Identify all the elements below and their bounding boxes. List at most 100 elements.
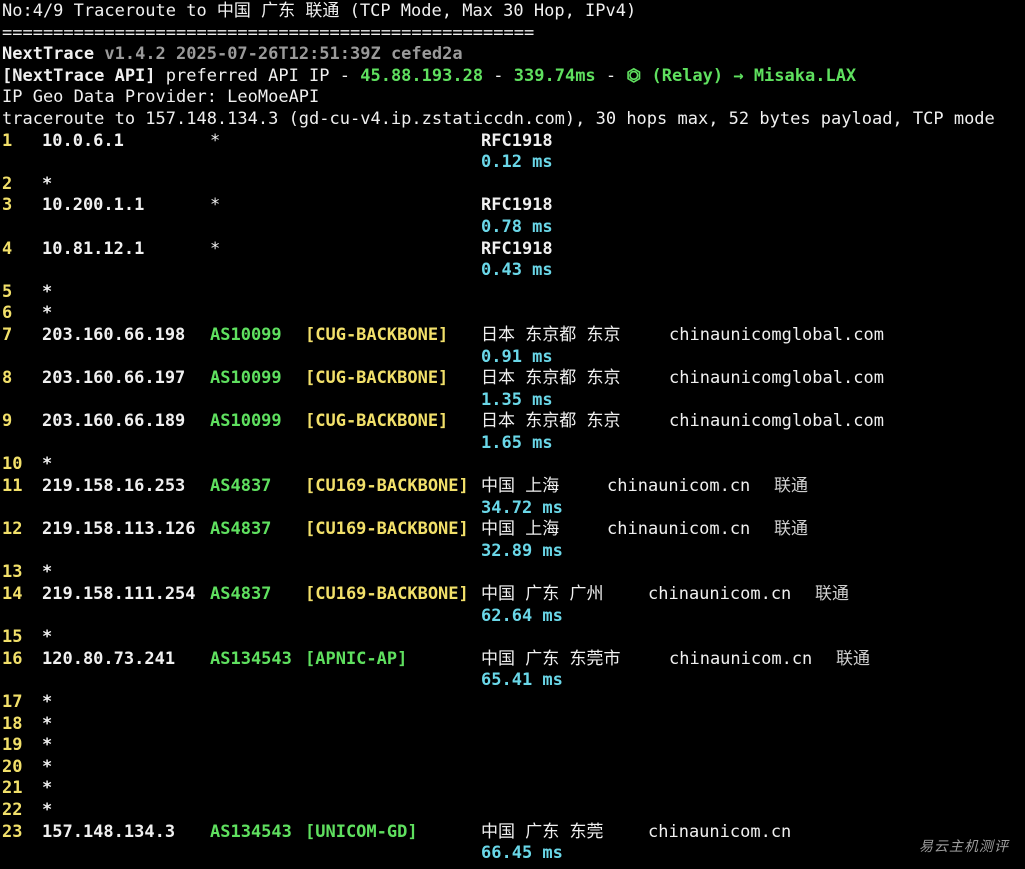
hop-asn-unknown: *	[210, 238, 221, 259]
hop-domain: chinaunicom.cn	[648, 821, 792, 842]
hop-number: 15	[2, 627, 23, 648]
hop-rtt: 34.72 ms	[481, 497, 563, 518]
hop-ip: 219.158.113.126	[42, 519, 196, 540]
hop-asn-unknown: *	[210, 195, 221, 216]
api-line: [NextTrace API] preferred API IP - 45.88…	[2, 66, 1022, 88]
hop-asn: AS4837	[210, 476, 272, 497]
terminal-output: No:4/9 Traceroute to 中国 广东 联通 (TCP Mode,…	[2, 1, 1022, 865]
hop-row: 23 157.148.134.3 AS134543 [UNICOM-GD] 中国 广东 …	[2, 822, 1022, 844]
hop-number: 13	[2, 562, 23, 583]
hop-ip: 10.200.1.1	[42, 195, 145, 216]
api-label: [NextTrace API]	[2, 65, 156, 86]
api-text: preferred API IP -	[155, 65, 361, 86]
hop-number: 19	[2, 735, 23, 756]
hop-number: 9	[2, 411, 13, 432]
hop-domain: chinaunicom.cn	[669, 648, 813, 669]
watermark: 易云主机测评	[919, 839, 1009, 856]
hop-timeout: *	[42, 799, 53, 820]
hop-geo: 中国 广东 广州	[481, 584, 604, 605]
hop-row: 10 *	[2, 454, 1022, 476]
hop-timeout: *	[42, 454, 53, 475]
api-latency: 339.74ms	[513, 65, 596, 86]
hop-timeout: *	[42, 627, 53, 648]
hop-row: 8 203.160.66.197 AS10099 [CUG-BACKBONE] 日本 东…	[2, 368, 1022, 390]
hop-timeout: *	[42, 778, 53, 799]
hop-number: 22	[2, 799, 23, 820]
hop-backbone-tag: [CU169-BACKBONE]	[305, 476, 469, 497]
hop-number: 11	[2, 476, 23, 497]
hop-number: 16	[2, 648, 23, 669]
hop-row: 11 219.158.16.253 AS4837 [CU169-BACKBONE] 中国…	[2, 476, 1022, 498]
hop-domain: chinaunicom.cn	[607, 476, 751, 497]
traceroute-command-line: traceroute to 157.148.134.3 (gd-cu-v4.ip…	[2, 108, 995, 129]
geo-provider-line: IP Geo Data Provider: LeoMoeAPI	[2, 87, 320, 108]
hop-ip: 157.148.134.3	[42, 821, 176, 842]
hop-domain: chinaunicomglobal.com	[669, 411, 884, 432]
hop-row: 17 *	[2, 692, 1022, 714]
hop-number: 4	[2, 238, 13, 259]
hop-ip: 10.0.6.1	[42, 130, 124, 151]
hop-asn: AS134543	[210, 821, 292, 842]
hop-rtt-row: 0.43 ms	[2, 260, 1022, 282]
relay-icon: ⏣	[626, 65, 642, 86]
hop-rtt-row: 0.78 ms	[2, 217, 1022, 239]
hop-ip: 203.160.66.197	[42, 368, 186, 389]
hop-geo: 日本 东京都 东京	[481, 411, 621, 432]
hop-rtt-row: 66.45 ms	[2, 843, 1022, 865]
hop-row: 9 203.160.66.189 AS10099 [CUG-BACKBONE] 日本 东…	[2, 411, 1022, 433]
hop-geo: 中国 上海	[481, 476, 560, 497]
hop-asn: AS4837	[210, 584, 272, 605]
hop-row: 16 120.80.73.241 AS134543 [APNIC-AP] 中国 广东 东…	[2, 649, 1022, 671]
hop-rtt: 0.78 ms	[481, 216, 553, 237]
hop-rtt-row: 1.65 ms	[2, 433, 1022, 455]
hop-ip: 219.158.16.253	[42, 476, 186, 497]
hop-row: 18 *	[2, 714, 1022, 736]
hop-geo: RFC1918	[481, 195, 553, 216]
hop-rtt-row: 65.41 ms	[2, 670, 1022, 692]
hop-number: 1	[2, 130, 13, 151]
hop-timeout: *	[42, 281, 53, 302]
hop-number: 10	[2, 454, 23, 475]
hop-number: 23	[2, 821, 23, 842]
api-sep: -	[483, 65, 514, 86]
hop-timeout: *	[42, 756, 53, 777]
hop-backbone-tag: [CUG-BACKBONE]	[305, 411, 449, 432]
app-name: NextTrace	[2, 44, 95, 65]
hop-row: 21 *	[2, 778, 1022, 800]
hop-ip: 120.80.73.241	[42, 648, 176, 669]
hop-backbone-tag: [CU169-BACKBONE]	[305, 519, 469, 540]
hop-number: 5	[2, 281, 13, 302]
hop-geo: RFC1918	[481, 130, 553, 151]
hop-rtt: 1.65 ms	[481, 432, 553, 453]
hop-row: 15 *	[2, 627, 1022, 649]
hop-rtt: 1.35 ms	[481, 389, 553, 410]
hop-rtt: 66.45 ms	[481, 843, 563, 864]
hop-timeout: *	[42, 562, 53, 583]
hop-backbone-tag: [CUG-BACKBONE]	[305, 324, 449, 345]
hop-rtt-row: 0.91 ms	[2, 347, 1022, 369]
hop-number: 20	[2, 756, 23, 777]
title-rule: ========================================…	[2, 22, 535, 43]
hop-isp: 联通	[774, 519, 808, 540]
hop-geo: 中国 广东 东莞	[481, 821, 604, 842]
hop-number: 7	[2, 324, 13, 345]
hop-asn: AS10099	[210, 411, 282, 432]
hop-rtt-row: 62.64 ms	[2, 606, 1022, 628]
hop-rtt: 0.91 ms	[481, 346, 553, 367]
hop-asn: AS134543	[210, 648, 292, 669]
hop-number: 17	[2, 692, 23, 712]
hop-backbone-tag: [CU169-BACKBONE]	[305, 584, 469, 605]
hop-row: 4 10.81.12.1 * RFC1918	[2, 239, 1022, 261]
hop-domain: chinaunicom.cn	[648, 584, 792, 605]
hop-isp: 联通	[815, 584, 849, 605]
hop-number: 21	[2, 778, 23, 799]
hop-asn: AS4837	[210, 519, 272, 540]
api-relay: (Relay) → Misaka.LAX	[641, 65, 857, 86]
hop-rtt: 0.43 ms	[481, 260, 553, 281]
hop-geo: RFC1918	[481, 238, 553, 259]
hop-asn: AS10099	[210, 368, 282, 389]
hop-geo: 日本 东京都 东京	[481, 368, 621, 389]
hop-row: 6 *	[2, 303, 1022, 325]
hop-row: 13 *	[2, 562, 1022, 584]
hop-ip: 203.160.66.198	[42, 324, 186, 345]
